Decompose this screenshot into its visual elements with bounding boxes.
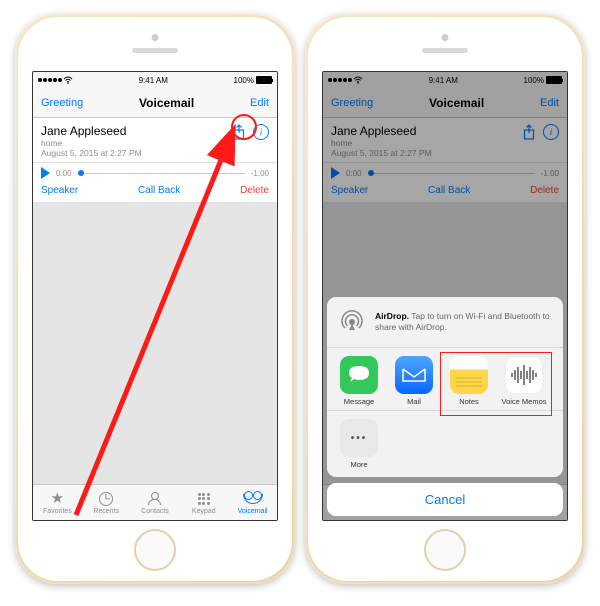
airdrop-icon (337, 307, 367, 337)
share-app-voicememos-label: Voice Memos (501, 397, 546, 406)
tab-keypad-label: Keypad (192, 508, 216, 515)
more-icon: ••• (340, 419, 378, 457)
share-more[interactable]: ••• More (333, 419, 385, 469)
voicemail-caller-name: Jane Appleseed (41, 124, 142, 138)
share-app-row: Message Mail Notes Voice Memos (327, 348, 563, 411)
camera-dot (152, 34, 159, 41)
share-app-voicememos[interactable]: Voice Memos (498, 356, 550, 406)
airdrop-row[interactable]: AirDrop. Tap to turn on Wi-Fi and Blueto… (327, 297, 563, 348)
voicemail-player: 0:00 -1:00 Speaker Call Back Delete (33, 163, 277, 203)
iphone-device-left: 9:41 AM 100% Greeting Voicemail Edit Jan… (15, 14, 295, 584)
voicemail-player: 0:00 -1:00 Speaker Call Back Delete (323, 163, 567, 203)
time-remaining: -1:00 (251, 169, 269, 178)
status-time: 9:41 AM (429, 76, 458, 85)
tab-voicemail[interactable]: Voicemail (228, 485, 277, 520)
voicemail-icon (243, 494, 263, 504)
status-bar: 9:41 AM 100% (323, 72, 567, 88)
share-app-mail-label: Mail (407, 397, 421, 406)
camera-dot (442, 34, 449, 41)
callback-button: Call Back (428, 185, 470, 196)
star-icon: ★ (51, 491, 64, 507)
nav-bar: Greeting Voicemail Edit (33, 88, 277, 118)
voicemail-source: home (41, 138, 142, 148)
voicemail-item: Jane Appleseed home August 5, 2015 at 2:… (323, 118, 567, 163)
play-button (331, 167, 340, 179)
screen-right: 9:41 AM 100% Greeting Voicemail Edit Jan… (322, 71, 568, 521)
wifi-icon (353, 76, 363, 84)
progress-bar (368, 173, 535, 175)
nav-title: Voicemail (139, 96, 194, 110)
airdrop-text: AirDrop. Tap to turn on Wi-Fi and Blueto… (375, 311, 553, 332)
progress-knob[interactable] (78, 170, 84, 176)
home-button[interactable] (424, 529, 466, 571)
status-bar: 9:41 AM 100% (33, 72, 277, 88)
share-app-message[interactable]: Message (333, 356, 385, 406)
speaker-button[interactable]: Speaker (41, 185, 78, 196)
notes-app-icon (450, 356, 488, 394)
speaker-button: Speaker (331, 185, 368, 196)
tab-recents[interactable]: Recents (82, 485, 131, 520)
voicemail-date: August 5, 2015 at 2:27 PM (331, 148, 432, 158)
clock-icon (99, 492, 113, 506)
wifi-icon (63, 76, 73, 84)
iphone-device-right: 9:41 AM 100% Greeting Voicemail Edit Jan… (305, 14, 585, 584)
nav-title: Voicemail (429, 96, 484, 110)
share-app-message-label: Message (344, 397, 374, 406)
tab-voicemail-label: Voicemail (238, 508, 268, 515)
status-time: 9:41 AM (139, 76, 168, 85)
mail-app-icon (395, 356, 433, 394)
time-elapsed: 0:00 (56, 169, 72, 178)
tab-favorites-label: Favorites (43, 508, 72, 515)
signal-dots (38, 78, 62, 82)
nav-greeting-button[interactable]: Greeting (41, 97, 83, 109)
nav-edit-button: Edit (540, 97, 559, 109)
progress-bar[interactable] (78, 173, 245, 175)
signal-dots (328, 78, 352, 82)
voicemail-source: home (331, 138, 432, 148)
play-button[interactable] (41, 167, 50, 179)
battery-pct: 100% (234, 76, 254, 85)
callback-button[interactable]: Call Back (138, 185, 180, 196)
share-app-notes[interactable]: Notes (443, 356, 495, 406)
tab-contacts[interactable]: Contacts (131, 485, 180, 520)
contacts-icon (148, 492, 161, 505)
share-icon (521, 124, 537, 140)
speaker-slot (132, 48, 178, 53)
nav-edit-button[interactable]: Edit (250, 97, 269, 109)
share-sheet: AirDrop. Tap to turn on Wi-Fi and Blueto… (327, 297, 563, 516)
tab-contacts-label: Contacts (141, 508, 169, 515)
progress-knob (368, 170, 374, 176)
share-app-notes-label: Notes (459, 397, 479, 406)
tab-recents-label: Recents (93, 508, 119, 515)
nav-bar: Greeting Voicemail Edit (323, 88, 567, 118)
content-area (33, 203, 277, 484)
home-button[interactable] (134, 529, 176, 571)
info-icon[interactable]: i (253, 124, 269, 140)
nav-greeting-button: Greeting (331, 97, 373, 109)
share-more-label: More (350, 460, 367, 469)
tab-keypad[interactable]: Keypad (179, 485, 228, 520)
battery-pct: 100% (524, 76, 544, 85)
share-app-mail[interactable]: Mail (388, 356, 440, 406)
time-elapsed: 0:00 (346, 169, 362, 178)
keypad-icon (198, 493, 210, 505)
voicemail-date: August 5, 2015 at 2:27 PM (41, 148, 142, 158)
info-icon: i (543, 124, 559, 140)
delete-button[interactable]: Delete (240, 185, 269, 196)
battery-icon (256, 76, 272, 84)
time-remaining: -1:00 (541, 169, 559, 178)
voicememos-app-icon (505, 356, 543, 394)
tab-bar: ★ Favorites Recents Contacts Keypad (33, 484, 277, 520)
voicemail-item[interactable]: Jane Appleseed home August 5, 2015 at 2:… (33, 118, 277, 163)
voicemail-caller-name: Jane Appleseed (331, 124, 432, 138)
speaker-slot (422, 48, 468, 53)
delete-button: Delete (530, 185, 559, 196)
battery-icon (546, 76, 562, 84)
share-action-row: ••• More (327, 411, 563, 477)
share-icon[interactable] (231, 124, 247, 140)
tab-favorites[interactable]: ★ Favorites (33, 485, 82, 520)
share-cancel-button[interactable]: Cancel (327, 483, 563, 516)
message-app-icon (340, 356, 378, 394)
screen-left: 9:41 AM 100% Greeting Voicemail Edit Jan… (32, 71, 278, 521)
